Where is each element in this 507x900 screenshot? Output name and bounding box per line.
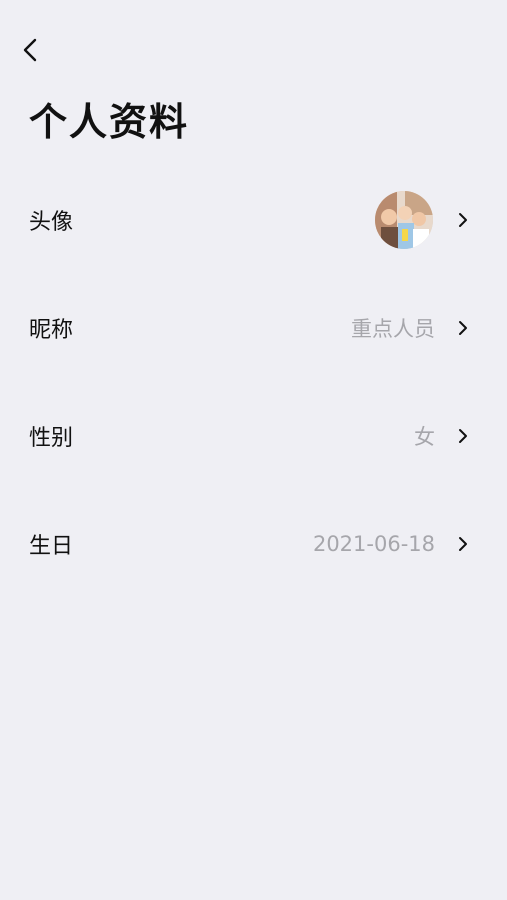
gender-label: 性别 [29, 426, 74, 451]
profile-settings-list: 头像 昵称 重点人员 性别 女 生日 2021-06-18 [0, 166, 507, 598]
chevron-right-icon [457, 320, 469, 336]
back-button[interactable] [22, 30, 62, 70]
nickname-row[interactable]: 昵称 重点人员 [0, 274, 507, 382]
page-title: 个人资料 [29, 100, 190, 144]
nickname-label: 昵称 [29, 318, 74, 343]
chevron-right-icon [457, 536, 469, 552]
avatar-row[interactable]: 头像 [0, 166, 507, 274]
chevron-right-icon [457, 428, 469, 444]
chevron-left-icon [23, 38, 37, 62]
birthday-row[interactable]: 生日 2021-06-18 [0, 490, 507, 598]
avatar-photo [375, 191, 433, 249]
avatar-label: 头像 [29, 210, 74, 235]
birthday-value: 2021-06-18 [312, 532, 435, 556]
gender-row[interactable]: 性别 女 [0, 382, 507, 490]
chevron-right-icon [457, 212, 469, 228]
avatar[interactable] [375, 191, 433, 249]
birthday-label: 生日 [29, 534, 74, 559]
nickname-value: 重点人员 [351, 317, 435, 341]
gender-value: 女 [414, 425, 435, 449]
